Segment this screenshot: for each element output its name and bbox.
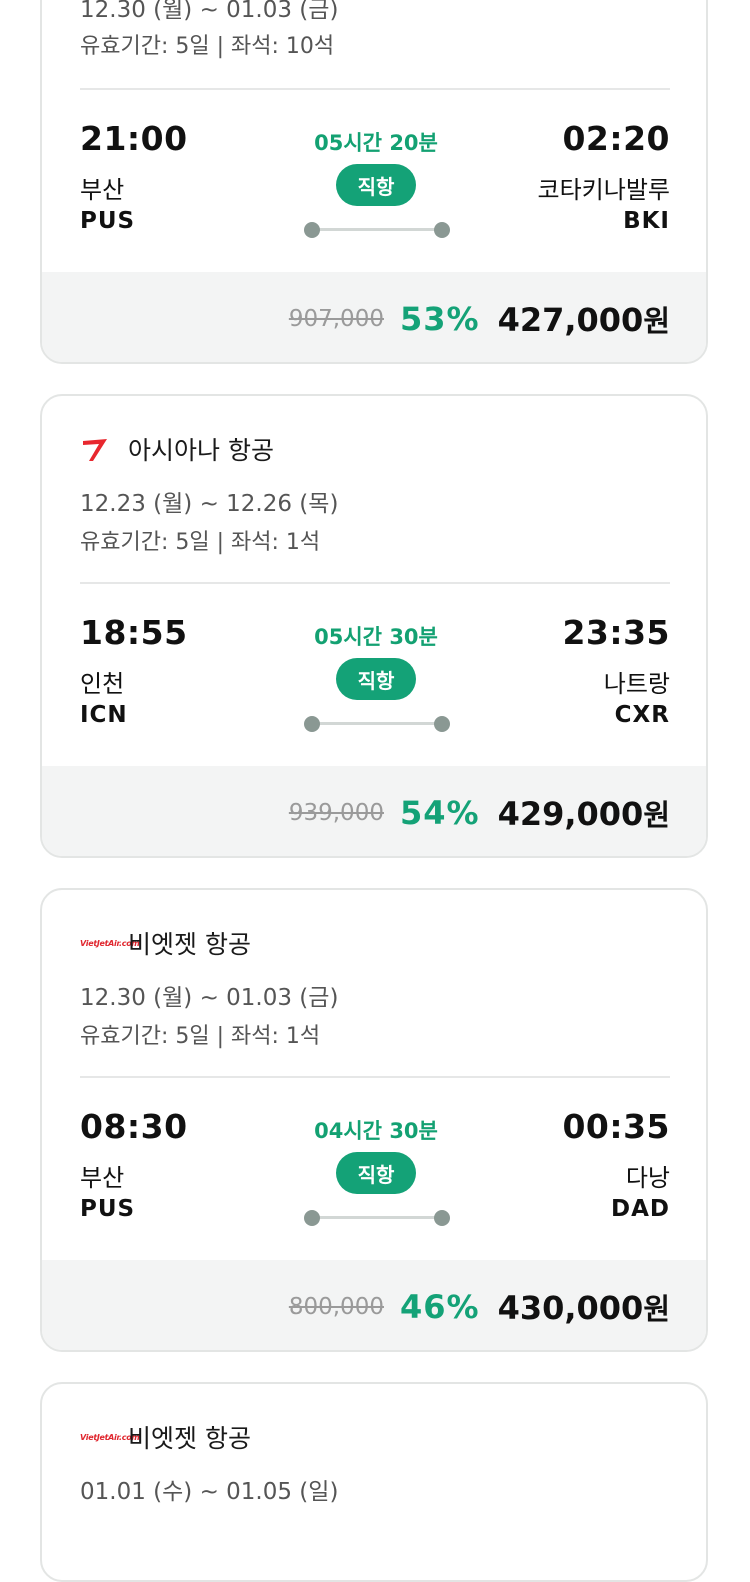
validity-seats: 유효기간: 5일 | 좌석: 1석 [80, 1024, 321, 1049]
airline-name: 비엣젯 항공 [128, 1424, 251, 1453]
original-price: 907,000 [288, 306, 384, 332]
flight-card[interactable]: VietJetAir.com 비엣젯 항공 01.01 (수) ~ 01.05 … [40, 1382, 708, 1582]
origin-dot [304, 1210, 320, 1226]
airline-name: 비엣젯 항공 [128, 930, 251, 959]
vietjet-logo: VietJetAir.com [80, 1432, 140, 1442]
travel-dates: 01.01 (수) ~ 01.05 (일) [80, 1479, 339, 1505]
destination-dot [434, 1210, 450, 1226]
vietjet-logo: VietJetAir.com [80, 938, 140, 948]
airline-row: 아시아나 항공 [80, 432, 274, 466]
arrival-code: DAD [611, 1196, 670, 1222]
original-price: 800,000 [288, 1294, 384, 1320]
divider [80, 582, 670, 584]
flight-card[interactable]: 아시아나 항공 12.23 (월) ~ 12.26 (목) 유효기간: 5일 |… [40, 394, 708, 858]
arrival-code: CXR [614, 702, 670, 728]
arrival-city: 코타키나발루 [537, 176, 670, 204]
arrival-code: BKI [623, 208, 670, 234]
departure-code: PUS [80, 1196, 136, 1222]
departure-city: 인천 [80, 670, 125, 698]
arrival-time: 02:20 [562, 119, 670, 158]
discount-rate: 46% [399, 1288, 480, 1326]
direct-badge: 직항 [336, 1152, 416, 1194]
arrival-city: 다낭 [625, 1164, 670, 1192]
divider [80, 88, 670, 90]
route-line [304, 222, 450, 238]
price-bar: 939,000 54% 429,000원 [42, 766, 706, 856]
discount-rate: 54% [399, 794, 480, 832]
departure-city: 부산 [80, 176, 125, 204]
arrival-time: 00:35 [562, 1107, 670, 1146]
route-line [304, 716, 450, 732]
departure-city: 부산 [80, 1164, 125, 1192]
arrival-time: 23:35 [562, 613, 670, 652]
airline-row: VietJetAir.com 비엣젯 항공 [80, 926, 251, 960]
final-price: 429,000원 [497, 795, 670, 833]
price-bar: 800,000 46% 430,000원 [42, 1260, 706, 1350]
destination-dot [434, 716, 450, 732]
origin-dot [304, 222, 320, 238]
validity-seats: 유효기간: 5일 | 좌석: 1석 [80, 530, 321, 555]
travel-dates: 12.30 (월) ~ 01.03 (금) [80, 985, 339, 1011]
departure-code: ICN [80, 702, 128, 728]
flight-card[interactable]: VietJetAir.com 비엣젯 항공 12.30 (월) ~ 01.03 … [40, 888, 708, 1352]
direct-badge: 직항 [336, 164, 416, 206]
airline-row: VietJetAir.com 비엣젯 항공 [80, 1420, 251, 1454]
origin-dot [304, 716, 320, 732]
direct-badge: 직항 [336, 658, 416, 700]
airline-name: 아시아나 항공 [128, 436, 274, 465]
route-line [304, 1210, 450, 1226]
original-price: 939,000 [288, 800, 384, 826]
departure-code: PUS [80, 208, 136, 234]
final-price: 430,000원 [497, 1289, 670, 1327]
final-price: 427,000원 [497, 301, 670, 339]
arrival-city: 나트랑 [603, 670, 670, 698]
travel-dates: 12.30 (월) ~ 01.03 (금) [80, 0, 339, 23]
asiana-wing-icon [80, 435, 116, 463]
flight-card[interactable]: 12.30 (월) ~ 01.03 (금) 유효기간: 5일 | 좌석: 10석… [40, 0, 708, 364]
validity-seats: 유효기간: 5일 | 좌석: 10석 [80, 34, 335, 59]
divider [80, 1076, 670, 1078]
discount-rate: 53% [399, 300, 480, 338]
travel-dates: 12.23 (월) ~ 12.26 (목) [80, 491, 339, 517]
destination-dot [434, 222, 450, 238]
price-bar: 907,000 53% 427,000원 [42, 272, 706, 362]
